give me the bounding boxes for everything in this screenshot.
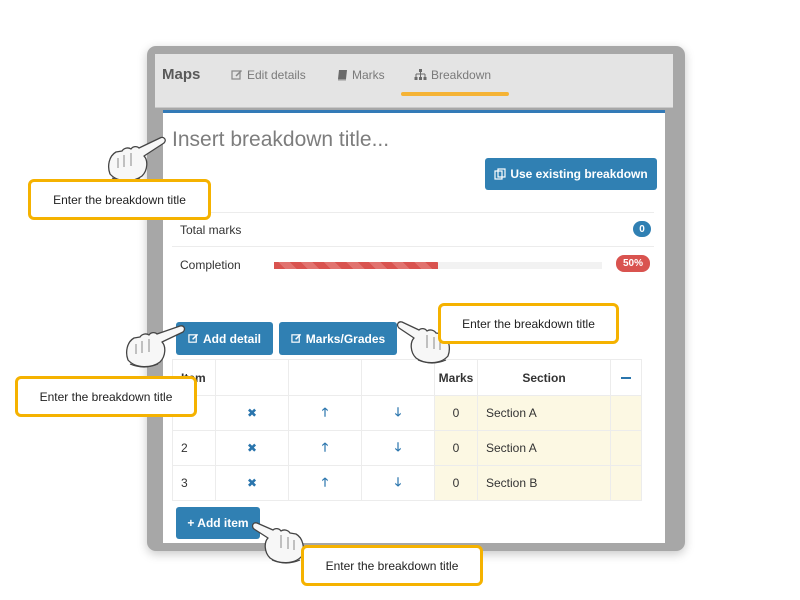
completion-progress-bar [274, 262, 602, 269]
arrow-up-icon: 🡑 [321, 439, 329, 454]
divider [172, 212, 654, 213]
pointing-hand-icon [126, 325, 186, 368]
item-marks[interactable]: 0 [434, 465, 478, 501]
add-detail-label: Add detail [202, 331, 261, 346]
completion-badge: 50% [616, 255, 650, 272]
marks-grades-label: Marks/Grades [305, 331, 386, 346]
callout-add-item: Enter the breakdown title [301, 545, 483, 586]
delete-row-button[interactable]: ✖ [215, 395, 289, 431]
item-marks[interactable]: 0 [434, 395, 478, 431]
edit-icon [231, 69, 243, 80]
move-down-button[interactable]: 🡓 [361, 430, 435, 466]
tab-breakdown-label: Breakdown [431, 68, 492, 82]
pointing-hand-icon [252, 522, 304, 564]
completion-label: Completion [180, 258, 241, 272]
tab-marks[interactable]: Marks [337, 68, 385, 82]
divider [172, 246, 654, 247]
completion-progress-fill [274, 262, 438, 269]
column-header-blank [215, 359, 289, 396]
move-up-button[interactable]: 🡑 [288, 465, 362, 501]
total-marks-label: Total marks [180, 223, 242, 237]
close-icon: ✖ [246, 441, 258, 455]
arrow-down-icon: 🡓 [394, 404, 402, 419]
move-up-button[interactable]: 🡑 [288, 395, 362, 431]
row-spacer [610, 430, 642, 466]
arrow-up-icon: 🡑 [321, 474, 329, 489]
arrow-up-icon: 🡑 [321, 404, 329, 419]
use-existing-breakdown-label: Use existing breakdown [510, 167, 648, 181]
column-header-section: Section [477, 359, 611, 396]
copy-icon [494, 168, 506, 180]
collapse-column-button[interactable] [610, 359, 642, 396]
table-row: 1 ✖ 🡑 🡓 0 Section A [172, 395, 642, 431]
use-existing-breakdown-button[interactable]: Use existing breakdown [485, 158, 657, 190]
active-tab-indicator [401, 92, 509, 96]
row-spacer [610, 395, 642, 431]
move-up-button[interactable]: 🡑 [288, 430, 362, 466]
callout-title: Enter the breakdown title [28, 179, 211, 220]
arrow-down-icon: 🡓 [394, 439, 402, 454]
tab-marks-label: Marks [352, 68, 385, 82]
tab-edit-details-label: Edit details [247, 68, 306, 82]
breakdown-title-input[interactable]: Insert breakdown title... [172, 128, 389, 152]
callout-add-detail: Enter the breakdown title [15, 376, 197, 417]
tab-breakdown[interactable]: Breakdown [414, 68, 491, 82]
close-icon: ✖ [246, 476, 258, 490]
breakdown-items-table: Item Marks Section 1 ✖ 🡑 🡓 0 Section A 2… [172, 359, 642, 501]
move-down-button[interactable]: 🡓 [361, 395, 435, 431]
column-header-blank [288, 359, 362, 396]
total-marks-badge: 0 [633, 221, 651, 237]
move-down-button[interactable]: 🡓 [361, 465, 435, 501]
book-icon [338, 70, 347, 81]
marks-grades-button[interactable]: Marks/Grades [279, 322, 397, 355]
item-section[interactable]: Section A [477, 430, 611, 466]
edit-icon [188, 333, 199, 343]
add-item-button[interactable]: + Add item [176, 507, 260, 539]
close-icon: ✖ [246, 406, 258, 420]
arrow-down-icon: 🡓 [394, 474, 402, 489]
app-window: Maps Edit details Marks Breakdown Insert… [147, 46, 685, 551]
callout-marks-grades: Enter the breakdown title [438, 303, 619, 344]
delete-row-button[interactable]: ✖ [215, 465, 289, 501]
add-item-label: + Add item [187, 516, 249, 530]
table-row: 2 ✖ 🡑 🡓 0 Section A [172, 430, 642, 466]
tab-bar: Maps Edit details Marks Breakdown [155, 54, 673, 108]
table-row: 3 ✖ 🡑 🡓 0 Section B [172, 465, 642, 501]
tab-edit-details[interactable]: Edit details [231, 68, 306, 82]
edit-icon [291, 333, 301, 343]
minus-icon [621, 377, 631, 380]
item-marks[interactable]: 0 [434, 430, 478, 466]
row-spacer [610, 465, 642, 501]
item-section[interactable]: Section A [477, 395, 611, 431]
brand-title: Maps [162, 66, 201, 83]
item-number: 2 [172, 430, 216, 466]
sitemap-icon [414, 69, 427, 80]
delete-row-button[interactable]: ✖ [215, 430, 289, 466]
item-section[interactable]: Section B [477, 465, 611, 501]
add-detail-button[interactable]: Add detail [176, 322, 273, 355]
item-number: 3 [172, 465, 216, 501]
